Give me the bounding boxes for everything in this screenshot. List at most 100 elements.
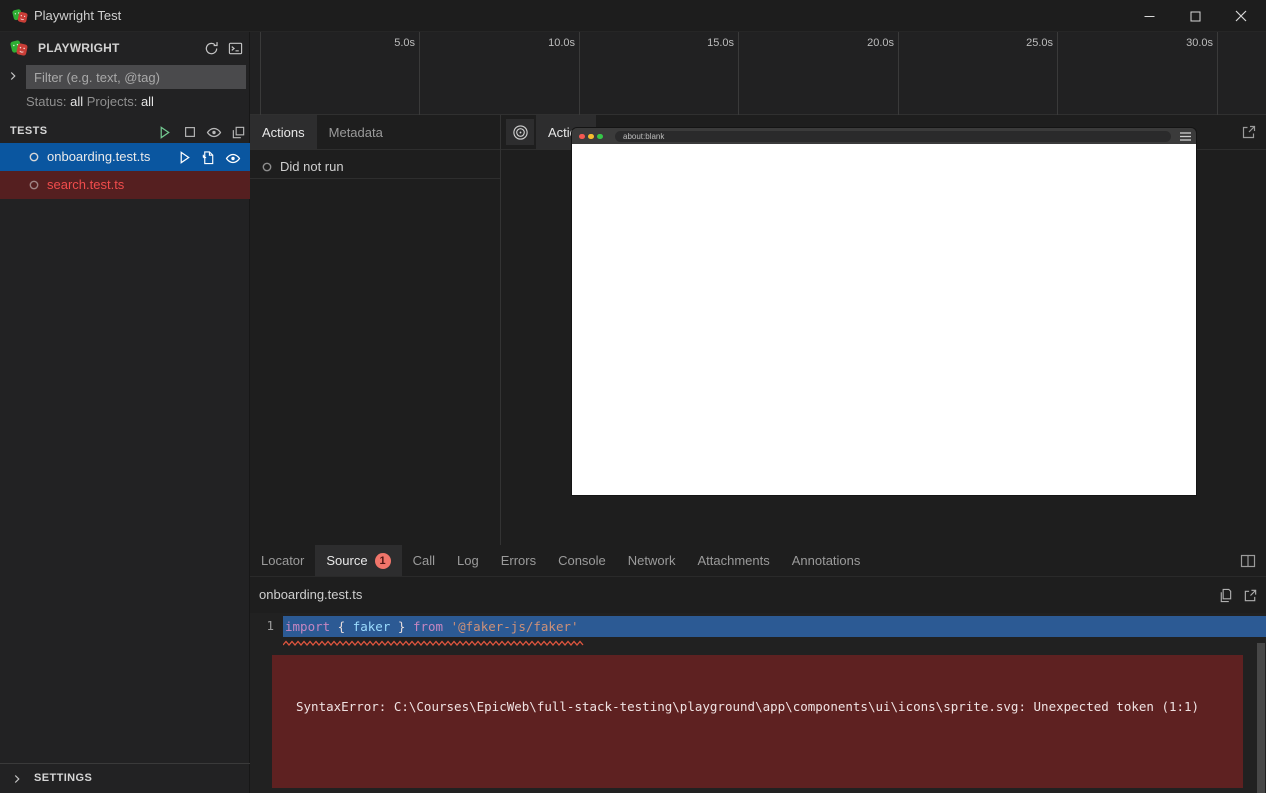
divider (0, 763, 250, 764)
tab-network[interactable]: Network (617, 545, 687, 576)
playwright-logo-icon (10, 39, 28, 57)
status-circle-icon (29, 180, 39, 190)
timeline-gridline (898, 32, 899, 115)
details-panel: Locator Source 1 Call Log Errors Console… (250, 545, 1266, 793)
show-source-button[interactable] (200, 149, 217, 166)
titlebar: Playwright Test (0, 0, 1266, 32)
line-number: 1 (250, 618, 274, 633)
close-button[interactable] (1218, 0, 1264, 32)
status-line: Status: all Projects: all (26, 94, 154, 112)
chevron-right-icon[interactable] (6, 69, 20, 83)
details-tabstrip: Locator Source 1 Call Log Errors Console… (250, 545, 1266, 577)
did-not-run-label: Did not run (280, 159, 344, 174)
projects-value[interactable]: all (141, 94, 154, 109)
open-snapshot-external-button[interactable] (1241, 124, 1257, 140)
copy-button[interactable] (1217, 587, 1233, 603)
tab-attachments[interactable]: Attachments (686, 545, 780, 576)
browser-close-dot (579, 134, 585, 140)
test-row-search[interactable]: search.test.ts (0, 171, 250, 199)
browser-snapshot: about:blank (572, 128, 1196, 495)
snapshot-panel: Action Before After about:blank (500, 115, 1266, 545)
browser-minimize-dot (588, 134, 594, 140)
test-file-name: search.test.ts (47, 177, 124, 192)
sidebar-header: PLAYWRIGHT (0, 34, 250, 62)
run-test-button[interactable] (176, 149, 193, 166)
chevron-right-icon (10, 772, 24, 786)
error-blank-line (296, 752, 1243, 770)
browser-menu-icon (1180, 132, 1191, 141)
tab-source-label: Source (326, 553, 367, 568)
watch-test-button[interactable] (224, 149, 241, 166)
timeline-gridline (579, 32, 580, 115)
tab-source[interactable]: Source 1 (315, 545, 401, 576)
browser-titlebar: about:blank (572, 128, 1196, 144)
source-line-1: 1 import { faker } from '@faker-js/faker… (250, 616, 1266, 637)
settings-section-header[interactable]: SETTINGS (0, 766, 250, 792)
timeline-gridline (1057, 32, 1058, 115)
run-all-button[interactable] (155, 123, 173, 141)
refresh-button[interactable] (202, 39, 220, 57)
tab-metadata[interactable]: Metadata (317, 115, 395, 149)
browser-zoom-dot (597, 134, 603, 140)
did-not-run-row: Did not run (250, 157, 500, 179)
status-label: Status: (26, 94, 66, 109)
status-circle-icon (29, 152, 39, 162)
error-squiggle (283, 640, 587, 647)
playwright-logo-icon (12, 8, 28, 24)
source-line-content: import { faker } from '@faker-js/faker' (283, 616, 1266, 637)
source-code-view[interactable]: 1 import { faker } from '@faker-js/faker… (250, 613, 1266, 793)
pick-locator-button[interactable] (506, 119, 534, 145)
test-file-name: onboarding.test.ts (47, 149, 150, 164)
maximize-button[interactable] (1172, 0, 1218, 32)
actions-tabstrip: Actions Metadata (250, 115, 500, 150)
tab-locator[interactable]: Locator (250, 545, 315, 576)
timeline[interactable]: 5.0s 10.0s 15.0s 20.0s 25.0s 30.0s (250, 32, 1266, 115)
main-area: 5.0s 10.0s 15.0s 20.0s 25.0s 30.0s Actio… (250, 32, 1266, 793)
status-circle-icon (262, 162, 272, 172)
tab-errors[interactable]: Errors (490, 545, 547, 576)
tab-annotations[interactable]: Annotations (781, 545, 872, 576)
timeline-tick: 15.0s (674, 37, 734, 49)
syntax-error-block: SyntaxError: C:\Courses\EpicWeb\full-sta… (272, 655, 1243, 788)
error-count-badge: 1 (375, 553, 391, 569)
browser-address-bar: about:blank (615, 131, 1171, 142)
timeline-tick: 30.0s (1153, 37, 1213, 49)
timeline-gridline (738, 32, 739, 115)
split-view-button[interactable] (1240, 553, 1256, 569)
status-value[interactable]: all (70, 94, 83, 109)
terminal-button[interactable] (226, 39, 244, 57)
timeline-tick: 5.0s (355, 37, 415, 49)
middle-panels: Actions Metadata Did not run Action Bef (250, 115, 1266, 545)
tab-call[interactable]: Call (402, 545, 446, 576)
minimize-button[interactable] (1126, 0, 1172, 32)
timeline-tick: 20.0s (834, 37, 894, 49)
filter-row (0, 64, 250, 90)
scrollbar-thumb[interactable] (1257, 643, 1265, 793)
tests-section-header: TESTS (0, 120, 250, 144)
error-title: SyntaxError: C:\Courses\EpicWeb\full-sta… (296, 698, 1243, 716)
timeline-gridline (419, 32, 420, 115)
timeline-tick: 10.0s (515, 37, 575, 49)
stop-button[interactable] (181, 123, 199, 141)
source-file-header: onboarding.test.ts (250, 577, 1266, 613)
squiggle-path (283, 642, 583, 646)
sidebar-title: PLAYWRIGHT (38, 41, 120, 55)
source-file-name: onboarding.test.ts (259, 587, 362, 602)
browser-page-content[interactable] (572, 144, 1196, 495)
tab-console[interactable]: Console (547, 545, 617, 576)
tests-title: TESTS (10, 125, 47, 137)
filter-input[interactable] (26, 65, 246, 89)
projects-label: Projects: (87, 94, 138, 109)
collapse-all-button[interactable] (229, 123, 247, 141)
settings-title: SETTINGS (34, 772, 92, 784)
actions-panel: Actions Metadata Did not run (250, 115, 500, 545)
sidebar: PLAYWRIGHT Status: all Projects: all TES… (0, 32, 250, 793)
timeline-tick: 25.0s (993, 37, 1053, 49)
watch-all-button[interactable] (205, 123, 223, 141)
open-source-external-button[interactable] (1242, 587, 1258, 603)
tab-log[interactable]: Log (446, 545, 490, 576)
window-title: Playwright Test (34, 8, 121, 23)
timeline-gridline (260, 32, 261, 115)
test-row-onboarding[interactable]: onboarding.test.ts (0, 143, 250, 171)
tab-actions[interactable]: Actions (250, 115, 317, 149)
